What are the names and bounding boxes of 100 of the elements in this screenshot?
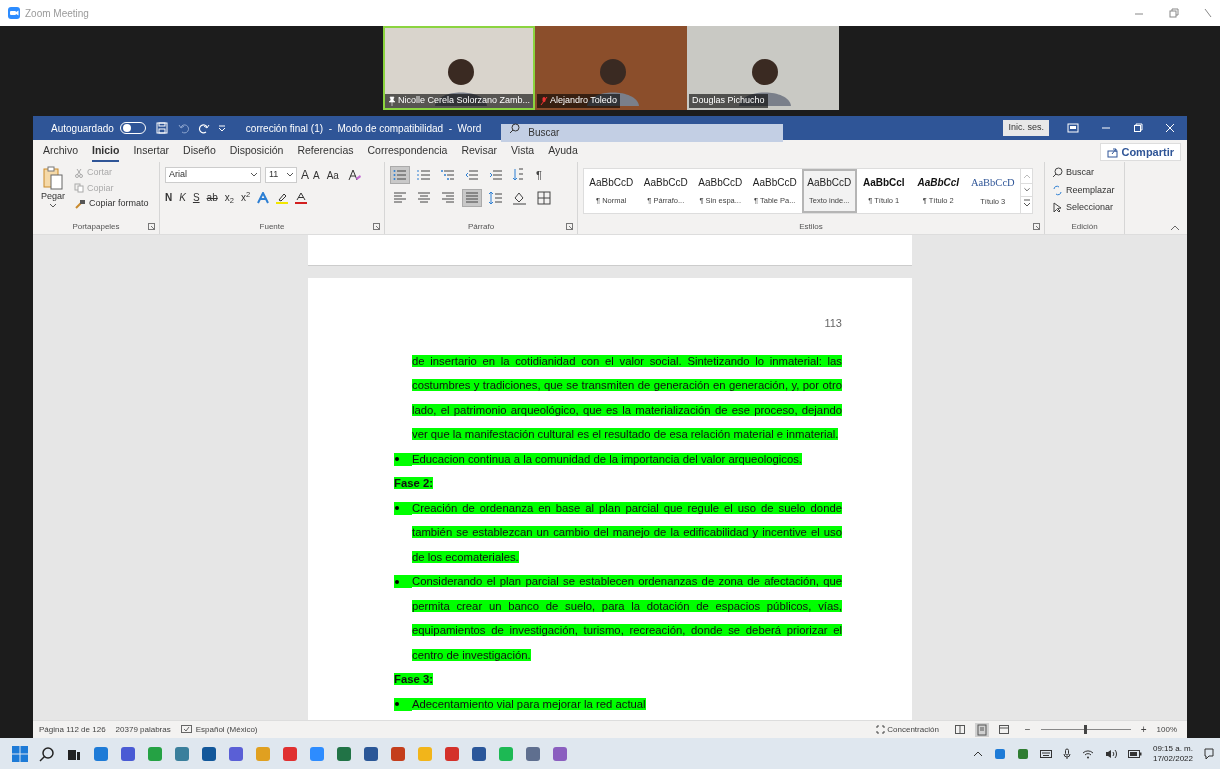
- app-icon[interactable]: [309, 745, 325, 762]
- bulleted-list-button[interactable]: [390, 166, 410, 184]
- app-icon[interactable]: [147, 745, 163, 762]
- app-icon[interactable]: [282, 745, 298, 762]
- borders-button[interactable]: [534, 189, 554, 207]
- decrease-indent-icon: [465, 168, 479, 182]
- search-icon[interactable]: [39, 745, 55, 762]
- format-button[interactable]: x$_{2}$: [224, 190, 234, 205]
- read-mode-icon[interactable]: [954, 725, 965, 734]
- app-icon[interactable]: [120, 745, 136, 762]
- list-item-text: Considerando el plan parcial se establecen ordenanzas de zona de afectación, que permita crear un banco de suelo, para la dotación de espacios públicos, vías, equipamientos de investigación, turismo, recreación, donde se deberá priorizar el centro de investigación.: [412, 574, 842, 663]
- format-button[interactable]: K: [179, 190, 186, 205]
- grow-font-button[interactable]: A: [301, 166, 309, 184]
- multilevel-list-icon: [441, 168, 455, 182]
- dialog-launcher-icon[interactable]: [566, 223, 573, 230]
- format-button[interactable]: N: [165, 190, 173, 205]
- format-button[interactable]: S: [192, 190, 200, 205]
- share-button[interactable]: Compartir: [1100, 143, 1181, 161]
- collapse-ribbon-icon[interactable]: [1171, 225, 1179, 230]
- name-label: Douglas Pichucho: [689, 94, 768, 108]
- justify-button[interactable]: [462, 189, 482, 207]
- font-family-field[interactable]: Arial: [165, 167, 261, 183]
- ribbon-tab[interactable]: Archivo: [43, 142, 78, 162]
- app-icon[interactable]: [336, 745, 352, 762]
- focus-button[interactable]: Concentración: [876, 723, 939, 736]
- speaker-icon[interactable]: [1104, 748, 1117, 759]
- proofing-icon[interactable]: [180, 725, 192, 734]
- app-icon[interactable]: [444, 745, 460, 762]
- wifi-icon[interactable]: [1081, 748, 1094, 759]
- ribbon-tab[interactable]: Disposición: [229, 142, 284, 162]
- web-layout-icon[interactable]: [998, 725, 1009, 734]
- bulleted-list-icon: [393, 168, 407, 182]
- app-icon[interactable]: [228, 745, 244, 762]
- battery-icon[interactable]: [1127, 749, 1142, 758]
- caret-icon: [50, 203, 56, 208]
- app-icon[interactable]: [471, 745, 487, 762]
- align-center-icon: [417, 191, 431, 205]
- app-icon[interactable]: [525, 745, 541, 762]
- ribbon-tab[interactable]: Referencias: [297, 142, 354, 162]
- format-painter-button[interactable]: Copiar formato: [74, 197, 149, 211]
- dialog-launcher-icon[interactable]: [1033, 223, 1040, 230]
- language-indicator[interactable]: Español (México): [195, 723, 258, 736]
- chevron-up-icon[interactable]: [972, 750, 983, 757]
- zoom-out-button[interactable]: −: [1024, 722, 1031, 737]
- save-icon[interactable]: [155, 122, 168, 134]
- ribbon-tab[interactable]: Correspondencia: [367, 142, 448, 162]
- ribbon-display-icon[interactable]: [1067, 123, 1079, 133]
- sign-in-button[interactable]: Inic. ses.: [1003, 120, 1049, 136]
- app-icon[interactable]: [174, 745, 190, 762]
- ribbon-tab[interactable]: Insertar: [133, 142, 170, 162]
- replace-button[interactable]: Reemplazar: [1052, 183, 1115, 197]
- select-button[interactable]: Seleccionar: [1052, 201, 1115, 215]
- highlighter-icon[interactable]: [276, 191, 289, 204]
- find-button[interactable]: Buscar: [1052, 166, 1115, 180]
- ribbon-tab[interactable]: Diseño: [183, 142, 216, 162]
- dialog-launcher-icon[interactable]: [373, 223, 380, 230]
- ribbon-tab[interactable]: Inicio: [92, 142, 120, 162]
- zoom-level[interactable]: 100%: [1156, 723, 1177, 736]
- paste-button[interactable]: Pegar: [38, 166, 68, 220]
- clear-formatting-icon[interactable]: [346, 168, 361, 182]
- start-icon[interactable]: [12, 745, 28, 762]
- customize-toolbar-icon[interactable]: [217, 124, 226, 132]
- shading-icon: [513, 191, 527, 205]
- list-item-text: Adecentamiento vial para mejorar la red actual: [412, 696, 647, 712]
- zoom-slider[interactable]: [1084, 725, 1088, 734]
- numbered-list-icon: [417, 168, 431, 182]
- print-layout-icon[interactable]: [974, 722, 989, 737]
- clock[interactable]: 09:15 a. m. 17/02/2022: [1152, 743, 1193, 764]
- shrink-font-button[interactable]: A: [313, 167, 320, 183]
- app-icon[interactable]: [201, 745, 217, 762]
- microphone-icon[interactable]: [1062, 747, 1071, 760]
- font-size-field[interactable]: 11: [265, 167, 297, 183]
- replace-icon: [1052, 184, 1063, 196]
- ribbon-tab[interactable]: Vista: [511, 142, 535, 162]
- app-icon[interactable]: [363, 745, 379, 762]
- zoom-in-button[interactable]: +: [1140, 722, 1147, 737]
- ribbon-tab[interactable]: Revisar: [461, 142, 498, 162]
- search-field[interactable]: Buscar: [501, 123, 784, 142]
- change-case-button[interactable]: Aa: [326, 167, 339, 183]
- undo-icon[interactable]: [177, 122, 190, 134]
- format-button[interactable]: x$^{2}$: [240, 190, 251, 205]
- show-formatting-marks-button[interactable]: ¶: [534, 166, 544, 184]
- tray-icon[interactable]: [993, 747, 1006, 760]
- text-effects-icon[interactable]: [257, 191, 270, 204]
- keyboard-icon[interactable]: [1039, 748, 1052, 759]
- dialog-launcher-icon[interactable]: [148, 223, 155, 230]
- page-indicator[interactable]: Página 112 de 126: [39, 723, 106, 736]
- tray-icon[interactable]: [1016, 747, 1029, 760]
- app-icon[interactable]: [552, 745, 568, 762]
- word-count[interactable]: 20379 palabras: [115, 723, 171, 736]
- focus-icon: [876, 725, 886, 734]
- font-color-icon[interactable]: [295, 191, 308, 204]
- redo-icon[interactable]: [197, 122, 210, 134]
- share-icon: [1107, 146, 1119, 158]
- app-icon[interactable]: [390, 745, 406, 762]
- notification-icon[interactable]: [1204, 747, 1214, 760]
- ribbon-tab[interactable]: Ayuda: [548, 142, 578, 162]
- restore-icon[interactable]: [1133, 123, 1143, 133]
- format-button[interactable]: ab: [206, 190, 218, 205]
- app-icon[interactable]: [93, 745, 109, 762]
